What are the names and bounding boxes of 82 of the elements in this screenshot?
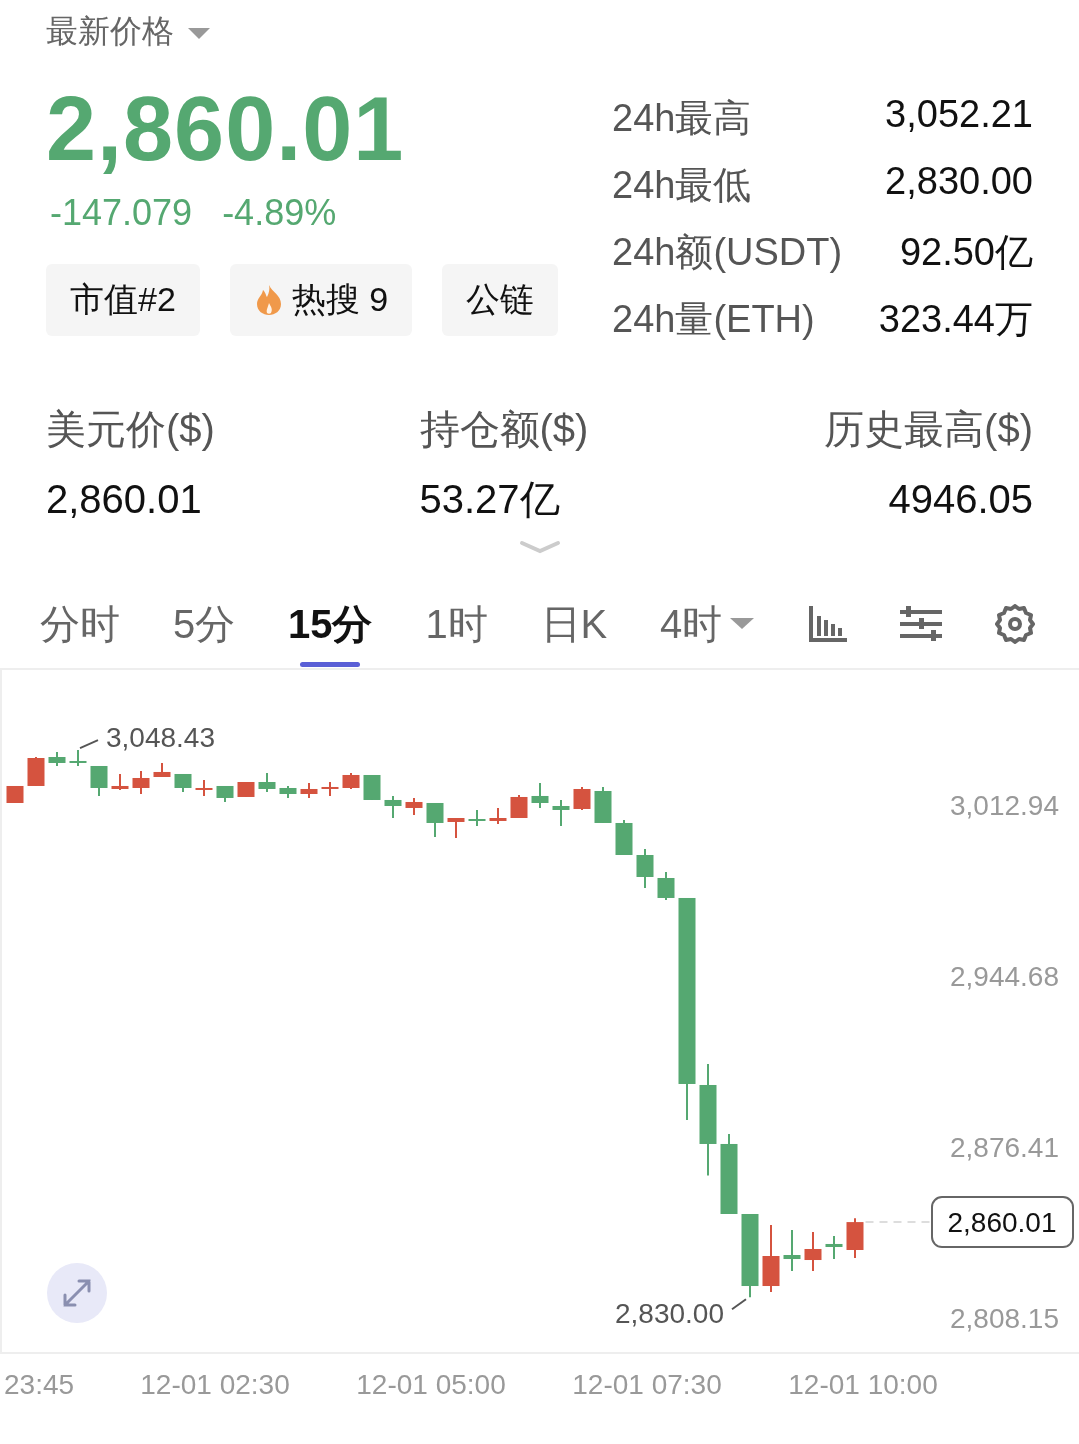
- candlestick: [90, 765, 108, 797]
- candlestick: [804, 1231, 822, 1272]
- candlestick: [300, 782, 318, 799]
- candlestick: [153, 762, 171, 778]
- min-price-label: 2,830.00: [615, 1298, 724, 1330]
- candlestick: [6, 785, 24, 804]
- y-axis-label: 2,944.68: [950, 961, 1059, 992]
- info-label: 美元价($): [46, 406, 215, 452]
- candlestick: [69, 749, 87, 767]
- candlestick: [279, 785, 297, 799]
- candlestick: [426, 802, 444, 838]
- candlestick: [762, 1224, 780, 1293]
- stat-label: 24h量(ETH): [612, 297, 816, 342]
- stat-value: 323.44万: [877, 297, 1033, 342]
- candlestick: [216, 785, 234, 803]
- candlestick: [258, 772, 276, 793]
- leader-line: [79, 739, 99, 750]
- stat-label: 24h最低: [612, 163, 753, 208]
- candlestick: [237, 781, 255, 798]
- candlestick: [657, 871, 675, 901]
- candlestick: [636, 848, 654, 889]
- stat-label: 24h最高: [612, 96, 753, 141]
- last-price-tag: 2,860.01: [931, 1196, 1074, 1249]
- candlestick: [174, 773, 192, 793]
- candlestick: [342, 772, 360, 790]
- caret-icon[interactable]: [188, 28, 210, 40]
- candlestick: [384, 795, 402, 819]
- candlestick: [573, 786, 591, 811]
- candlestick: [447, 817, 465, 839]
- candlestick: [783, 1229, 801, 1272]
- candlestick: [363, 774, 381, 801]
- tag-chip[interactable]: 市值#2: [46, 264, 200, 336]
- interval-tab[interactable]: 日K: [540, 579, 608, 669]
- candlestick: [321, 781, 339, 797]
- interval-tab[interactable]: 5分: [172, 579, 236, 669]
- x-axis-label: 12-01 05:00: [356, 1369, 506, 1400]
- y-axis-label: 2,876.41: [950, 1132, 1059, 1163]
- candlestick: [111, 773, 129, 791]
- stat-label: 24h额(USDT): [612, 230, 844, 275]
- info-label: 持仓额($): [419, 406, 589, 452]
- info-value: 4946.05: [888, 476, 1033, 522]
- candlestick: [510, 794, 528, 819]
- candlestick: [594, 786, 612, 824]
- price-change: -147.079: [50, 192, 193, 234]
- interval-tab[interactable]: 4时: [660, 579, 755, 669]
- x-axis-label: 12-01 07:30: [572, 1369, 722, 1400]
- stat-value: 2,830.00: [884, 160, 1033, 204]
- x-axis-label: 12-01 02:30: [140, 1369, 290, 1400]
- info-value: 2,860.01: [46, 476, 202, 522]
- sliders-icon[interactable]: [900, 606, 943, 642]
- candlestick: [531, 782, 549, 809]
- bar-chart-icon[interactable]: [807, 606, 848, 642]
- candlestick: [405, 797, 423, 816]
- candlestick: [846, 1217, 864, 1259]
- candlestick: [825, 1235, 843, 1260]
- last-price: 2,860.01: [46, 84, 406, 174]
- info-value: 53.27亿: [419, 476, 560, 522]
- stat-value: 3,052.21: [884, 93, 1033, 137]
- candlestick: [552, 799, 570, 827]
- settings-icon[interactable]: [994, 604, 1035, 644]
- candlestick: [615, 819, 633, 856]
- price-change-percent: -4.89%: [222, 192, 337, 234]
- candlestick: [48, 751, 66, 767]
- price-type-label[interactable]: 最新价格: [46, 10, 174, 54]
- x-axis-label: 12-01 10:00: [788, 1369, 938, 1400]
- tag-chip[interactable]: 热搜 9: [229, 264, 413, 336]
- candlestick: [468, 809, 486, 827]
- tag-chip[interactable]: 公链: [442, 264, 559, 336]
- candlestick: [132, 770, 150, 795]
- x-axis-label: 23:45: [4, 1369, 75, 1400]
- interval-tab[interactable]: 1时: [425, 579, 488, 669]
- leader-line: [731, 1298, 747, 1311]
- y-axis-label: 3,012.94: [950, 790, 1059, 821]
- info-label: 历史最高($): [824, 406, 1033, 452]
- interval-tab[interactable]: 15分: [288, 579, 373, 669]
- interval-tab[interactable]: 分时: [40, 579, 120, 669]
- candlestick: [195, 779, 213, 797]
- candlestick: [27, 756, 45, 787]
- y-axis-label: 2,808.15: [950, 1303, 1059, 1334]
- stat-value: 92.50亿: [898, 230, 1033, 275]
- candlestick: [489, 807, 507, 825]
- max-price-label: 3,048.43: [106, 722, 215, 754]
